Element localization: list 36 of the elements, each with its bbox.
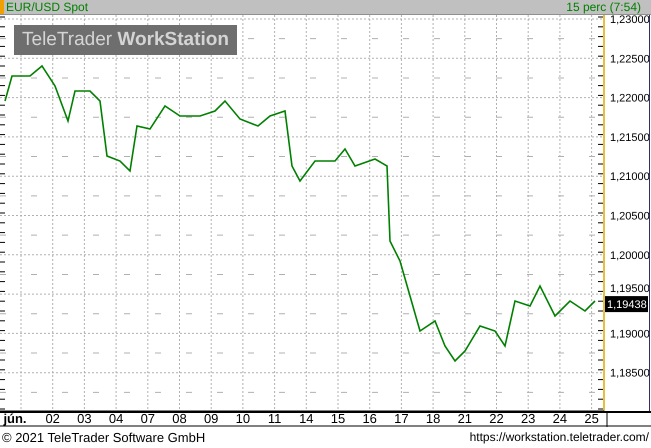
y-axis-label: 1,19000 [610,328,650,340]
website-url: https://workstation.teletrader.com/ [470,430,649,444]
x-axis-label: 21 [458,411,472,426]
x-axis-label: 24 [552,411,568,426]
x-axis-label: 17 [394,411,409,426]
x-axis-label: 11 [268,411,282,426]
symbol-title: EUR/USD Spot [6,0,90,14]
x-axis-label: 15 [330,411,346,426]
x-axis-label: jún. [3,411,27,426]
x-axis-label: 07 [140,411,156,426]
y-axis-label: 1,18500 [610,368,650,380]
x-axis-label: 09 [204,411,218,426]
y-axis-label: 1,21000 [610,171,650,184]
x-axis-label: 08 [172,411,187,426]
y-axis-label: 1,19500 [610,283,650,296]
interval-label: 15 perc (7:54) [566,0,641,14]
x-axis-label: 22 [489,411,504,426]
x-axis-label: 25 [584,411,599,426]
x-axis-label: 03 [77,411,92,426]
y-axis-label: 1,22500 [610,53,650,66]
x-axis-label: 04 [108,411,124,426]
x-axis-label: 14 [299,411,314,426]
x-axis-label: 16 [362,411,377,426]
x-axis-label: 23 [520,411,536,426]
x-axis-label: 10 [236,411,250,426]
copyright-text: © 2021 TeleTrader Software GmbH [2,430,206,444]
y-axis-label: 1,20000 [610,250,650,262]
y-axis-label: 1,23000 [610,15,650,26]
y-axis-label: 1,21500 [610,132,650,144]
y-axis-label: 1,22000 [610,92,650,105]
last-price-tag: 1,19438 [605,296,648,312]
x-axis-label: 02 [45,411,60,426]
logo: TeleTrader WorkStation [14,25,237,55]
y-axis-label: 1,20500 [610,210,650,222]
x-axis-label: 18 [426,411,440,426]
header-marker [0,0,4,14]
